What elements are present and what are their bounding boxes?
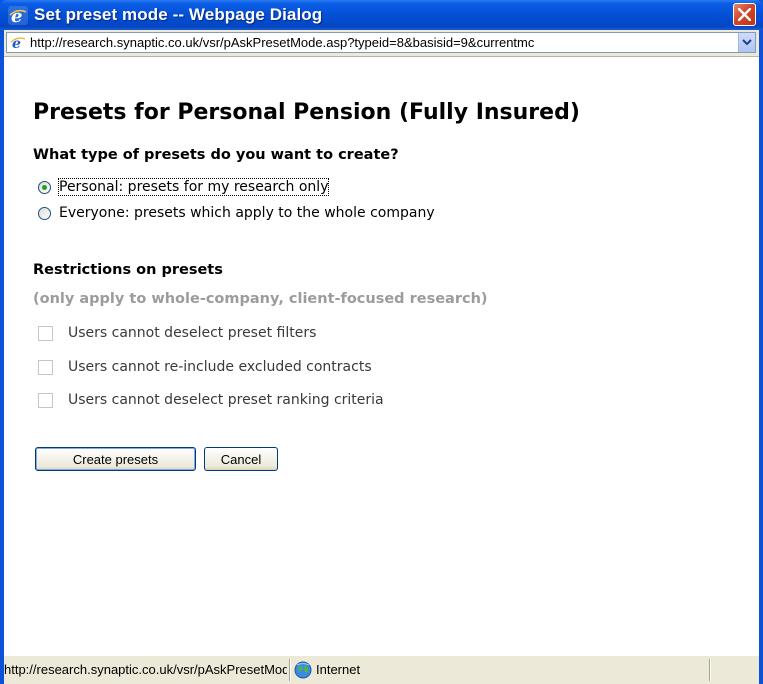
restriction-ranking: Users cannot deselect preset ranking cri…: [38, 390, 384, 410]
option-everyone[interactable]: Everyone: presets which apply to the who…: [38, 203, 435, 223]
globe-icon: [294, 661, 312, 679]
restrictions-note: (only apply to whole-company, client-foc…: [33, 291, 488, 307]
restrictions-title: Restrictions on presets: [33, 262, 223, 278]
dialog-window: e Set preset mode -- Webpage Dialog e ht…: [0, 0, 763, 684]
address-field[interactable]: e http://research.synaptic.co.uk/vsr/pAs…: [6, 32, 756, 53]
address-dropdown-button[interactable]: [738, 33, 755, 52]
restriction-contracts-label: Users cannot re-include excluded contrac…: [68, 359, 372, 375]
dialog-content: Presets for Personal Pension (Fully Insu…: [4, 57, 759, 655]
restriction-ranking-label: Users cannot deselect preset ranking cri…: [68, 392, 384, 408]
window-title: Set preset mode -- Webpage Dialog: [34, 5, 323, 24]
chevron-down-icon: [742, 39, 752, 46]
address-bar: e http://research.synaptic.co.uk/vsr/pAs…: [4, 30, 759, 57]
page-ie-icon: e: [10, 35, 26, 50]
checkbox-deselect-ranking: [38, 392, 53, 408]
radio-personal[interactable]: [38, 180, 51, 194]
cancel-button[interactable]: Cancel: [204, 447, 278, 471]
preset-type-question: What type of presets do you want to crea…: [33, 147, 399, 163]
security-zone: Internet: [316, 662, 361, 677]
create-presets-button[interactable]: Create presets: [35, 447, 196, 471]
checkbox-reinclude-contracts: [38, 359, 53, 375]
close-icon: [738, 8, 751, 21]
close-button[interactable]: [733, 3, 756, 26]
option-personal[interactable]: Personal: presets for my research only: [38, 177, 330, 197]
restriction-contracts: Users cannot re-include excluded contrac…: [38, 357, 372, 377]
restriction-filters: Users cannot deselect preset filters: [38, 323, 316, 343]
title-bar[interactable]: e Set preset mode -- Webpage Dialog: [0, 0, 763, 30]
status-divider: [289, 659, 291, 681]
address-url: http://research.synaptic.co.uk/vsr/pAskP…: [30, 35, 535, 50]
status-divider: [709, 659, 711, 681]
checkbox-deselect-filters: [38, 325, 53, 341]
option-personal-label[interactable]: Personal: presets for my research only: [57, 178, 330, 196]
status-url: http://research.synaptic.co.uk/vsr/pAskP…: [4, 662, 287, 677]
status-bar: http://research.synaptic.co.uk/vsr/pAskP…: [4, 655, 759, 684]
page-title: Presets for Personal Pension (Fully Insu…: [33, 100, 580, 125]
svg-text:e: e: [11, 6, 22, 25]
restriction-filters-label: Users cannot deselect preset filters: [68, 325, 317, 341]
window-frame-right: [759, 30, 763, 684]
option-everyone-label[interactable]: Everyone: presets which apply to the who…: [59, 205, 435, 221]
radio-everyone[interactable]: [38, 206, 51, 220]
ie-icon: e: [8, 6, 28, 25]
